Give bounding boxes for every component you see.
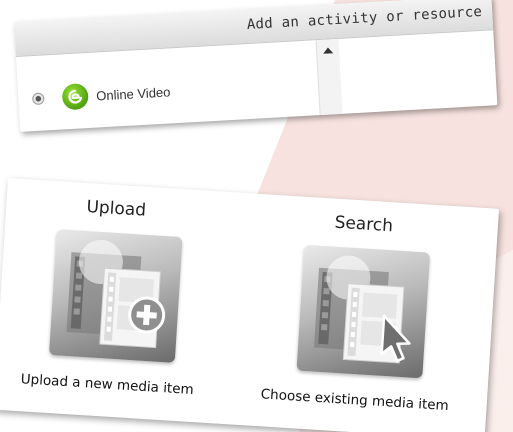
search-media-button[interactable] xyxy=(296,244,431,379)
activity-option-online-video[interactable]: Online Video xyxy=(31,78,171,112)
film-cursor-icon xyxy=(313,255,411,364)
search-caption: Choose existing media item xyxy=(260,386,450,415)
film-plus-icon xyxy=(66,239,166,349)
media-source-panel: Upload Upload a new media item Search Ch… xyxy=(0,178,500,432)
screenshot-stage: Add an activity or resource Online Video… xyxy=(0,0,513,432)
online-video-radio[interactable] xyxy=(31,92,45,106)
search-title: Search xyxy=(334,212,394,237)
online-video-label: Online Video xyxy=(95,83,171,104)
upload-title: Upload xyxy=(85,197,147,221)
search-option[interactable]: Search Choose existing media item xyxy=(241,194,475,432)
upload-option[interactable]: Upload Upload a new media item xyxy=(0,178,228,423)
online-video-icon xyxy=(61,82,89,111)
upload-caption: Upload a new media item xyxy=(20,371,195,399)
upload-media-button[interactable] xyxy=(48,229,183,363)
scroll-up-arrow-icon[interactable] xyxy=(322,47,334,54)
activity-list-scrollbar[interactable] xyxy=(315,38,343,117)
activity-panel-title: Add an activity or resource xyxy=(246,3,483,33)
